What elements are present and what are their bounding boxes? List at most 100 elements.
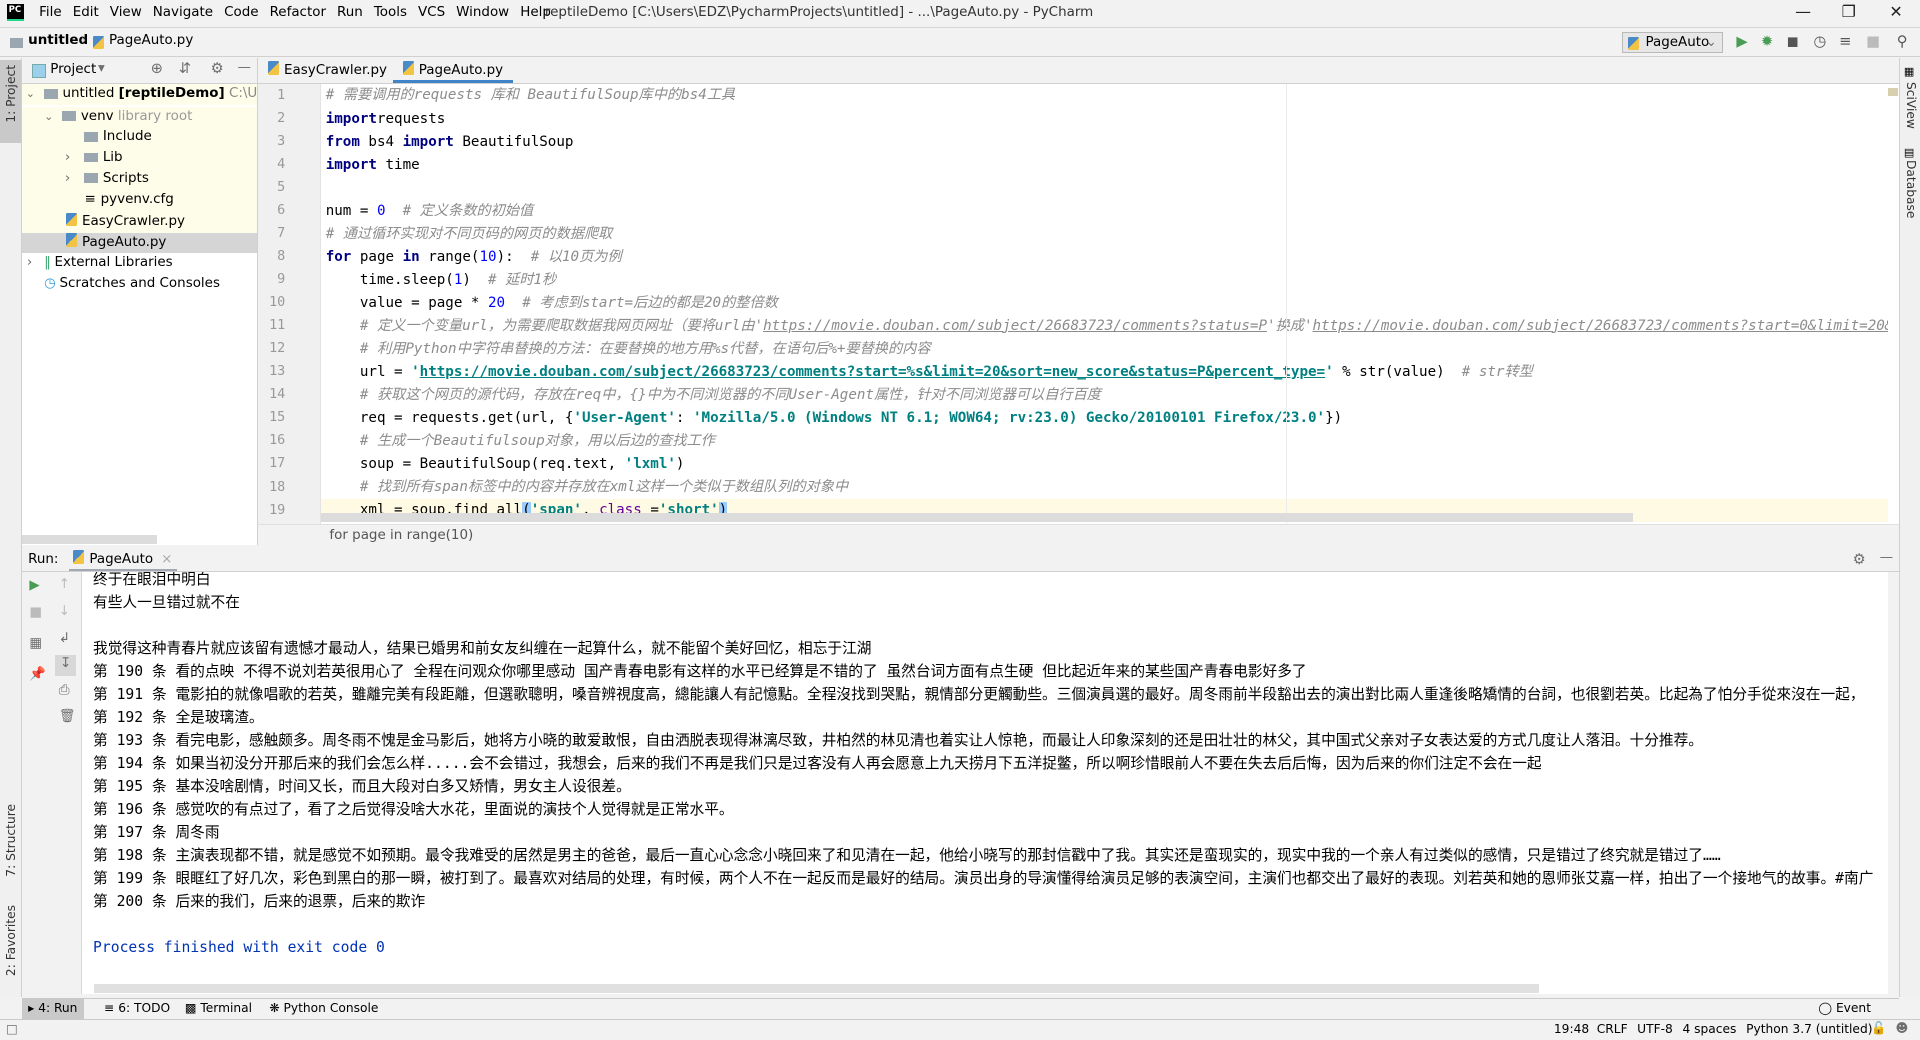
- code-token: # 获取这个网页的源代码，存放在req中，{}中为不同浏览器的不同User-Ag…: [325, 386, 1101, 403]
- down-arrow-icon[interactable]: ↓: [59, 604, 70, 619]
- up-arrow-icon[interactable]: ↑: [59, 577, 70, 592]
- tree-item-pageauto[interactable]: PageAuto.py: [22, 232, 258, 254]
- indentation[interactable]: 4 spaces: [1682, 1022, 1736, 1036]
- code-token: BeautifulSoup: [453, 133, 574, 150]
- todo-tool-tab[interactable]: ≡ 6: TODO: [98, 999, 176, 1019]
- hide-icon[interactable]: —: [1880, 550, 1893, 565]
- project-view-select[interactable]: Project: [50, 62, 96, 77]
- tree-item-lib[interactable]: › Lib: [22, 148, 257, 169]
- terminal-tool-tab[interactable]: ▩ Terminal: [179, 999, 258, 1019]
- print-icon[interactable]: ⎙: [59, 683, 70, 698]
- close-tab-icon[interactable]: ×: [161, 552, 172, 567]
- trash-icon[interactable]: 🗑: [59, 709, 76, 724]
- project-tool-tab[interactable]: 1: Project: [0, 59, 21, 144]
- tab-pageauto[interactable]: PageAuto.py ×: [393, 58, 514, 103]
- concurrency-icon[interactable]: ≡: [1839, 33, 1851, 50]
- python-interpreter[interactable]: Python 3.7 (untitled): [1746, 1022, 1872, 1036]
- run-icon[interactable]: ▶: [1736, 33, 1747, 50]
- coverage-icon[interactable]: ◼: [1787, 33, 1799, 50]
- console-line: 第 193 条 看完电影，感触颇多。周冬雨不愧是金马影后，她将方小晓的敢爱敢恨，…: [93, 732, 1703, 750]
- scroll-to-end-button[interactable]: ↧: [55, 655, 76, 676]
- code-breadcrumb[interactable]: for page in range(10): [329, 528, 473, 543]
- code-line: import time: [326, 154, 420, 177]
- minimize-icon[interactable]: —: [1795, 2, 1811, 21]
- console-horizontal-scrollbar[interactable]: [94, 984, 1540, 994]
- code-token: range(: [419, 248, 480, 265]
- list-icon: ≡: [104, 1000, 115, 1015]
- locate-icon[interactable]: ⊕: [151, 60, 163, 77]
- tree-item-untitled[interactable]: ⌄ untitled [reptileDemo] C:\Users\: [22, 84, 258, 106]
- folder-icon: [84, 152, 98, 163]
- code-token: time.sleep(: [325, 271, 454, 288]
- library-icon: ‖: [44, 255, 51, 271]
- menu-refactor[interactable]: Refactor: [270, 5, 326, 20]
- run-tool-tab[interactable]: ▸ 4: Run: [22, 998, 84, 1019]
- menu-run[interactable]: Run: [337, 5, 363, 20]
- inspector-icon[interactable]: ☻: [1896, 1021, 1909, 1035]
- breadcrumb-project[interactable]: untitled: [28, 33, 88, 48]
- code-editor[interactable]: # 需要调用的requests 库和 BeautifulSoup库中的bs4工具…: [320, 84, 1889, 525]
- run-configuration-select[interactable]: PageAuto ⌄: [1622, 31, 1723, 53]
- stop-icon[interactable]: ■: [1866, 33, 1880, 50]
- close-icon[interactable]: ✕: [1889, 2, 1902, 21]
- menu-navigate[interactable]: Navigate: [153, 5, 213, 20]
- sciview-tool-tab[interactable]: SciView: [1904, 82, 1918, 129]
- restore-icon[interactable]: ❐: [1842, 2, 1856, 21]
- menu-vcs[interactable]: VCS: [418, 5, 445, 20]
- stop-icon[interactable]: ■: [29, 605, 42, 620]
- file-encoding[interactable]: UTF-8: [1637, 1022, 1673, 1036]
- line-number: 2: [277, 111, 286, 127]
- menu-edit[interactable]: Edit: [73, 5, 99, 20]
- hide-icon[interactable]: —: [238, 60, 251, 75]
- rerun-icon[interactable]: ▶: [29, 578, 39, 593]
- menu-window[interactable]: Window: [456, 5, 509, 20]
- gear-icon[interactable]: ⚙: [1853, 551, 1866, 568]
- editor-vertical-scrollbar[interactable]: [1888, 84, 1900, 525]
- chevron-down-icon[interactable]: ▾: [98, 61, 105, 76]
- code-token: ): [675, 455, 685, 472]
- tree-item-scripts[interactable]: › Scripts: [22, 169, 257, 190]
- chevron-down-icon: ⌄: [25, 87, 35, 101]
- console-line: 第 199 条 眼眶红了好几次，彩色到黑白的那一瞬，被打到了。最喜欢对结局的处理…: [93, 870, 1874, 888]
- tree-item-external-libraries[interactable]: › ‖ External Libraries: [22, 253, 257, 274]
- search-icon[interactable]: ⚲: [1897, 33, 1908, 50]
- lock-icon[interactable]: 🔓: [1871, 1021, 1886, 1035]
- collapse-all-icon[interactable]: ⇵: [179, 60, 191, 77]
- soft-wrap-icon[interactable]: ↲: [59, 631, 70, 646]
- favorites-tool-tab[interactable]: 2: Favorites: [4, 905, 18, 976]
- menu-file[interactable]: File: [39, 5, 62, 20]
- pin-icon[interactable]: 📌: [29, 667, 46, 682]
- project-horizontal-scrollbar[interactable]: [22, 535, 157, 544]
- python-console-tool-tab[interactable]: ❋ Python Console: [263, 999, 384, 1019]
- code-token: # 通过循环实现对不同页码的网页的数据爬取: [325, 225, 613, 242]
- run-console-output[interactable]: 终于在眼泪中明白 有些人一旦错过就不在 我觉得这种青春片就应该留有遗憾才最动人，结果…: [82, 571, 1889, 995]
- tree-item-scratches[interactable]: ◷ Scratches and Consoles: [22, 274, 257, 295]
- folder-icon: [44, 88, 58, 99]
- tab-label: PageAuto.py: [418, 62, 504, 78]
- toggle-tool-windows-icon[interactable]: □: [6, 1022, 18, 1036]
- breadcrumb-file[interactable]: PageAuto.py: [109, 33, 193, 48]
- structure-tool-tab[interactable]: 7: Structure: [4, 804, 18, 877]
- tree-item-include[interactable]: Include: [22, 127, 257, 148]
- tab-easycrawler[interactable]: EasyCrawler.py ×: [258, 58, 400, 103]
- menu-code[interactable]: Code: [224, 5, 258, 20]
- debug-icon[interactable]: ✹: [1761, 33, 1773, 50]
- menu-view[interactable]: View: [110, 5, 142, 20]
- caret-position[interactable]: 19:48: [1554, 1022, 1589, 1036]
- run-toolbar: ▶ ↑ ■ ↓ ▦ ↲ 📌 ↧ ⎙ 🗑: [22, 571, 82, 995]
- line-separator[interactable]: CRLF: [1597, 1022, 1628, 1036]
- run-tab-pageauto[interactable]: PageAuto ×: [68, 549, 178, 571]
- gear-icon[interactable]: ⚙: [211, 60, 224, 77]
- tree-item-venv[interactable]: ⌄ venv library root: [22, 107, 257, 128]
- tree-item-easycrawler[interactable]: EasyCrawler.py: [22, 212, 257, 233]
- run-icon: ▸: [28, 1000, 35, 1015]
- code-token: page: [351, 248, 403, 265]
- profile-icon[interactable]: ◷: [1813, 33, 1826, 50]
- database-tool-tab[interactable]: Database: [1904, 160, 1918, 218]
- status-bar: □ 19:48 CRLF UTF-8 4 spaces Python 3.7 (…: [0, 1018, 1920, 1040]
- menu-tools[interactable]: Tools: [374, 5, 407, 20]
- editor-horizontal-scrollbar[interactable]: [320, 513, 1634, 522]
- layout-icon[interactable]: ▦: [29, 636, 42, 651]
- event-log-tool-tab[interactable]: ◯ Event Log: [1812, 999, 1899, 1035]
- tree-item-pyvenv[interactable]: ≡ pyvenv.cfg: [22, 190, 257, 211]
